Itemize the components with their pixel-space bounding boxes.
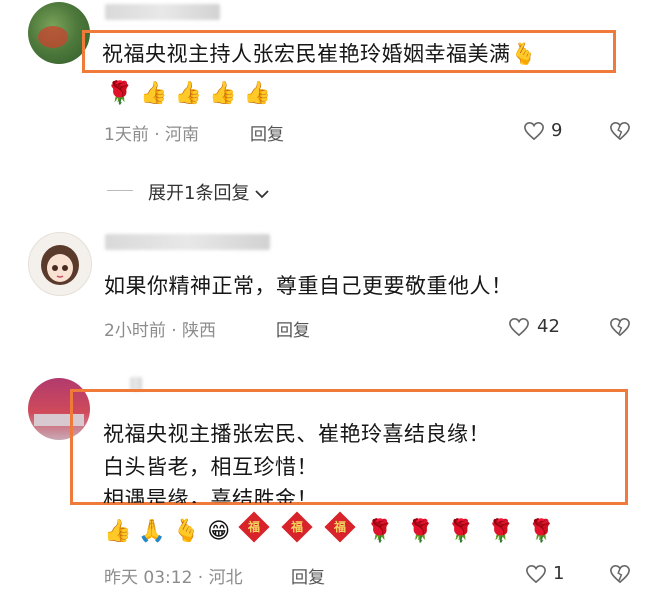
heart-outline-icon[interactable]	[525, 564, 547, 584]
reply-button[interactable]: 回复	[250, 120, 284, 145]
rose-icon: 🌹	[406, 519, 434, 544]
fu-blessing-icon: 福	[324, 511, 356, 543]
broken-heart-icon[interactable]	[609, 564, 631, 584]
divider	[107, 190, 133, 191]
rose-icon: 🌹	[446, 519, 475, 544]
thumbs-up-icon: 👍	[243, 81, 272, 106]
finger-heart-icon: 🫰	[510, 42, 538, 66]
chevron-down-icon	[255, 190, 269, 199]
rose-icon: 🌹	[487, 519, 515, 544]
emoji-row: 🌹 👍 👍 👍 👍	[106, 82, 271, 106]
avatar-illustration	[41, 245, 79, 285]
heart-outline-icon[interactable]	[508, 317, 530, 337]
comment-meta: 2小时前 · 陕西	[104, 321, 217, 341]
thumbs-up-icon: 👍	[104, 519, 132, 544]
emoji-row: 👍 🙏 🫰 😁 福 福 福 🌹 🌹 🌹 🌹 🌹	[104, 511, 556, 544]
avatar[interactable]	[28, 232, 92, 296]
grin-icon: 😁	[207, 519, 231, 544]
pray-icon: 🙏	[138, 519, 166, 544]
thumbs-up-icon: 👍	[174, 81, 203, 106]
rose-icon: 🌹	[366, 519, 394, 544]
comment-text-line-2: 白头皆老，相互珍惜！	[103, 455, 318, 479]
like-count: 1	[553, 563, 565, 584]
reply-button[interactable]: 回复	[291, 563, 325, 588]
username-blurred	[105, 4, 220, 20]
rose-icon: 🌹	[527, 519, 556, 544]
comment-text-line-1: 祝福央视主播张宏民、崔艳玲喜结良缘！	[103, 422, 490, 446]
broken-heart-icon[interactable]	[609, 317, 631, 337]
like-count: 42	[537, 316, 560, 337]
comment-meta: 1天前 · 河南	[104, 125, 200, 145]
comment-meta: 昨天 03:12 · 河北	[104, 568, 243, 588]
thumbs-up-icon: 👍	[209, 81, 237, 106]
thumbs-up-icon: 👍	[140, 81, 168, 106]
broken-heart-icon[interactable]	[609, 121, 631, 141]
avatar[interactable]	[28, 2, 90, 64]
username-blurred	[105, 234, 270, 250]
comment-text: 祝福央视主持人张宏民崔艳玲婚姻幸福美满🫰	[102, 42, 538, 66]
finger-heart-icon: 🫰	[172, 519, 201, 544]
fu-blessing-icon: 福	[238, 511, 270, 543]
like-count: 9	[551, 120, 563, 141]
expand-replies-button[interactable]: 展开1条回复	[148, 179, 269, 205]
fu-blessing-icon: 福	[281, 511, 313, 543]
comment-text-line-3: 相遇是缘，喜结胜金！	[103, 487, 318, 503]
comment-text: 如果你精神正常，尊重自己更要敬重他人！	[104, 274, 513, 298]
reply-button[interactable]: 回复	[276, 316, 310, 341]
heart-outline-icon[interactable]	[523, 121, 545, 141]
rose-icon: 🌹	[106, 81, 134, 106]
